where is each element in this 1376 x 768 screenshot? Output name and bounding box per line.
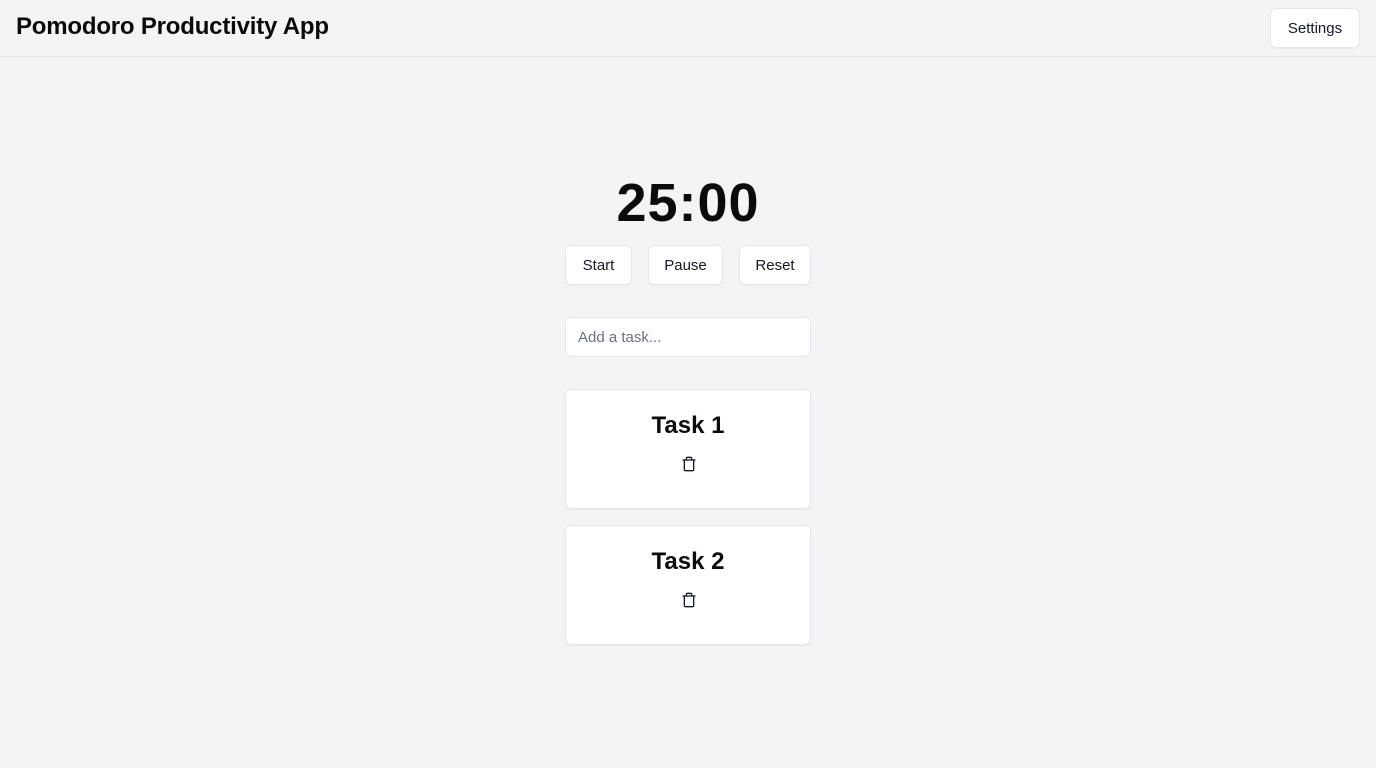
task-input[interactable] <box>565 317 811 357</box>
delete-task-button[interactable] <box>679 454 699 474</box>
trash-icon <box>681 456 697 472</box>
settings-button[interactable]: Settings <box>1270 8 1360 48</box>
reset-button[interactable]: Reset <box>739 245 811 285</box>
app-root: Pomodoro Productivity App Settings 25:00… <box>0 0 1376 768</box>
pause-button[interactable]: Pause <box>648 245 723 285</box>
app-title: Pomodoro Productivity App <box>16 13 329 40</box>
app-header: Pomodoro Productivity App Settings <box>0 0 1376 57</box>
delete-task-button[interactable] <box>679 590 699 610</box>
timer-display: 25:00 <box>616 173 760 233</box>
task-title: Task 1 <box>651 412 725 439</box>
trash-icon <box>681 592 697 608</box>
start-button[interactable]: Start <box>565 245 632 285</box>
task-card: Task 1 <box>565 389 811 509</box>
task-title: Task 2 <box>651 548 725 575</box>
task-card: Task 2 <box>565 525 811 645</box>
